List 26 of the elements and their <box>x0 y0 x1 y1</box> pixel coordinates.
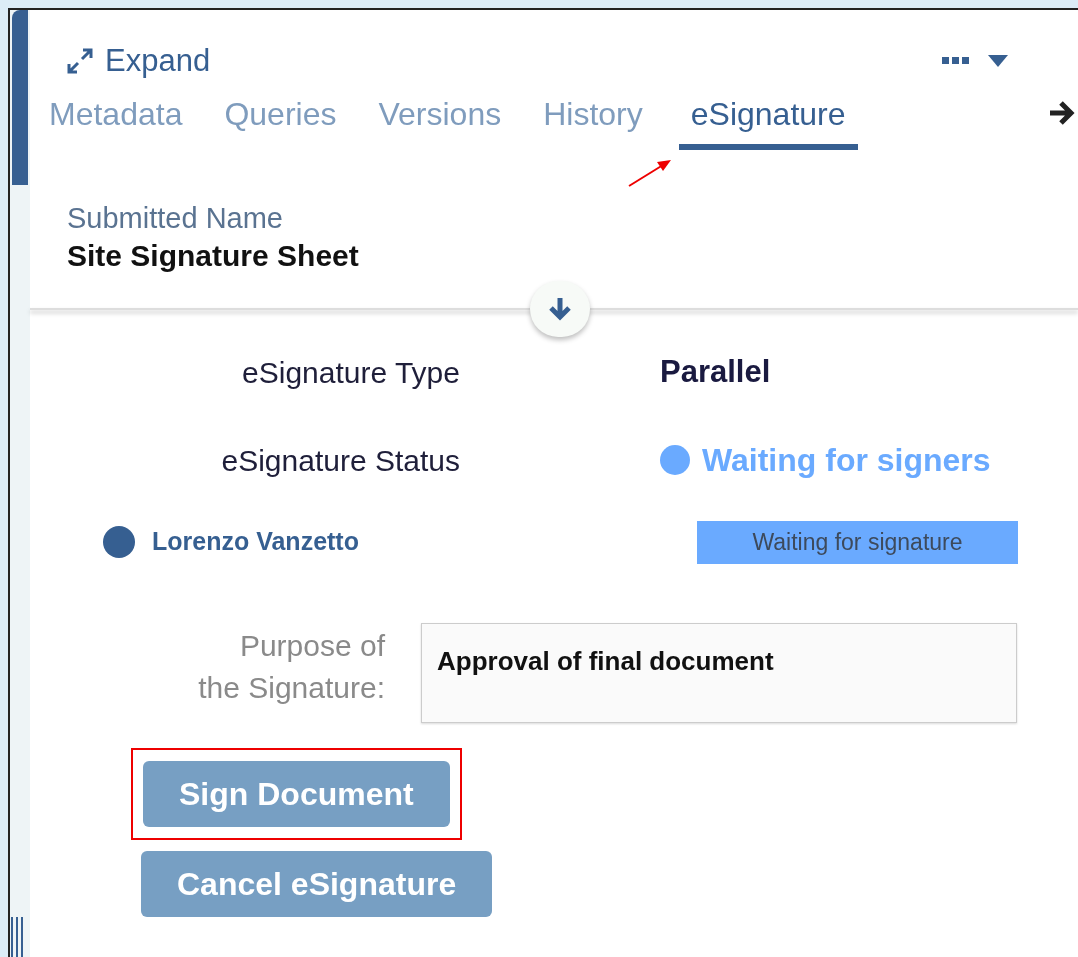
annotation-arrow <box>627 158 673 188</box>
caret-icon[interactable] <box>988 55 1008 67</box>
expand-icon <box>65 46 95 76</box>
tab[interactable]: Metadata <box>43 90 189 150</box>
field-value: Waiting for signers <box>702 441 991 480</box>
field-value: Parallel <box>660 352 771 391</box>
collapse-button[interactable] <box>530 281 590 337</box>
field-label: eSignature Type <box>241 354 460 391</box>
signer-name: Lorenzo Vanzetto <box>152 526 359 558</box>
down-arrow-icon <box>548 296 572 322</box>
sign-document-button[interactable]: Sign Document <box>143 761 450 827</box>
more-icon[interactable] <box>942 57 970 65</box>
submitted-name-label: Submitted Name <box>67 201 284 236</box>
grip-icon <box>11 917 23 957</box>
signature-status-badge: Waiting for signature <box>697 520 1018 564</box>
expand-button[interactable]: Expand <box>65 37 211 85</box>
tab[interactable]: eSignature <box>678 90 858 150</box>
tab[interactable]: History <box>537 90 649 150</box>
submitted-name-value: Site Signature Sheet <box>67 238 360 274</box>
cancel-esignature-button[interactable]: Cancel eSignature <box>141 851 493 917</box>
purpose-label: Purpose of the Signature: <box>197 628 385 706</box>
side-handle[interactable] <box>12 10 28 185</box>
tab[interactable]: Queries <box>218 90 343 150</box>
field-label: eSignature Status <box>220 442 460 479</box>
tab[interactable]: Versions <box>372 90 508 150</box>
purpose-field[interactable]: Approval of final document <box>421 623 1017 723</box>
